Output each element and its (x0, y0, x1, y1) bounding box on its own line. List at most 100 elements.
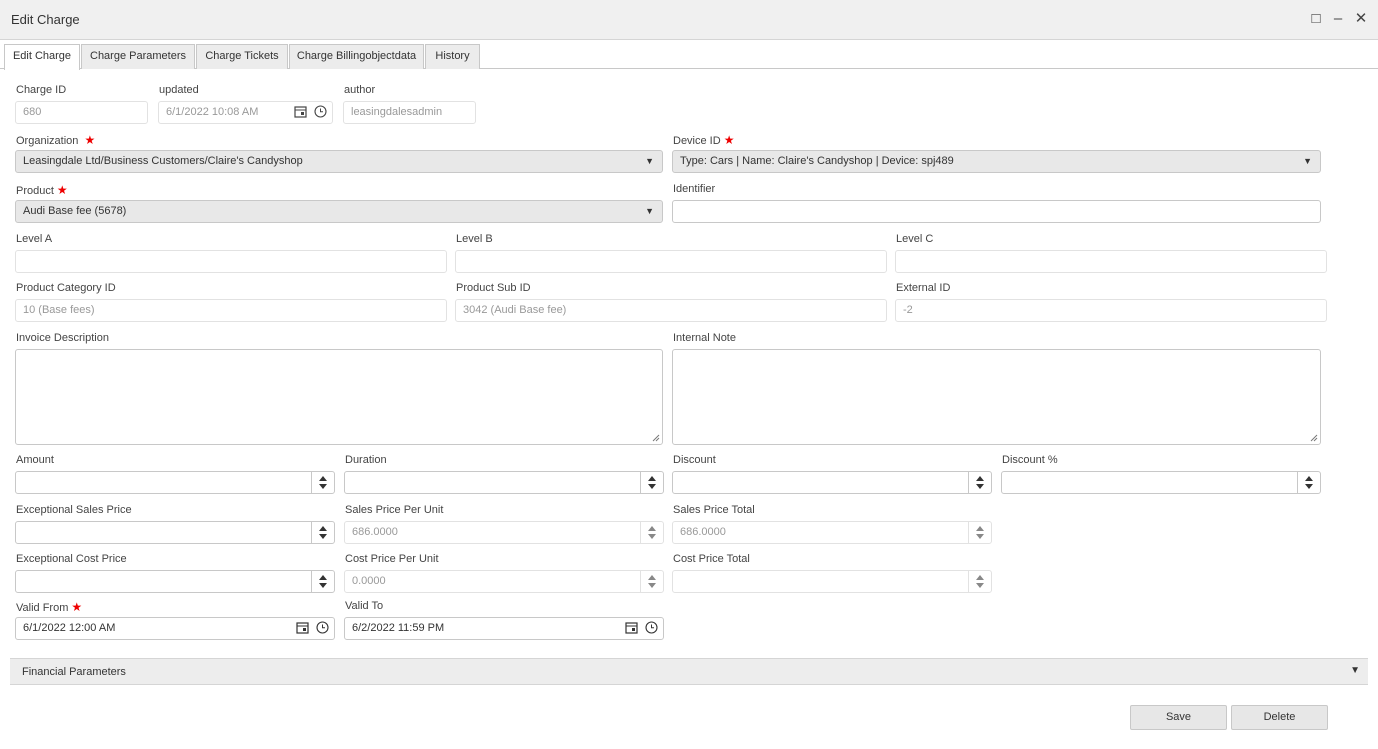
product-value: Audi Base fee (5678) (23, 205, 127, 217)
product-category-id-field: 10 (Base fees) (15, 299, 447, 322)
valid-to-label: Valid To (345, 600, 384, 612)
dropdown-icon: ▼ (645, 206, 654, 216)
spinner-icon (968, 522, 991, 543)
required-star-icon: ★ (71, 600, 83, 614)
product-sub-id-field: 3042 (Audi Base fee) (455, 299, 887, 322)
tab-edit-charge[interactable]: Edit Charge (4, 44, 80, 70)
calendar-icon[interactable] (292, 618, 312, 639)
identifier-label: Identifier (673, 183, 716, 195)
resize-grip-icon[interactable] (1310, 434, 1318, 442)
spinner-icon[interactable] (968, 472, 991, 493)
level-c-label: Level C (896, 233, 934, 245)
cost-price-total-field (672, 570, 992, 593)
discount-pct-label: Discount % (1002, 454, 1058, 466)
amount-input[interactable] (15, 471, 335, 494)
sales-price-per-unit-value: 686.0000 (352, 526, 398, 538)
spinner-icon (640, 522, 663, 543)
level-c-field (895, 250, 1327, 273)
product-label: Product ★ (16, 183, 68, 197)
calendar-icon[interactable] (621, 618, 641, 639)
maximize-icon[interactable]: □ (1309, 11, 1323, 27)
internal-note-label: Internal Note (673, 332, 736, 344)
external-id-label: External ID (896, 282, 951, 294)
calendar-icon[interactable] (290, 102, 310, 123)
sales-price-total-label: Sales Price Total (673, 504, 755, 516)
charge-id-field: 680 (15, 101, 148, 124)
discount-label: Discount (673, 454, 716, 466)
discount-input[interactable] (672, 471, 992, 494)
window-title: Edit Charge (11, 12, 80, 27)
cost-price-per-unit-label: Cost Price Per Unit (345, 553, 439, 565)
cost-price-per-unit-value: 0.0000 (352, 575, 386, 587)
valid-from-input[interactable]: 6/1/2022 12:00 AM (15, 617, 335, 640)
tab-charge-tickets[interactable]: Charge Tickets (196, 44, 288, 69)
required-star-icon: ★ (723, 133, 735, 147)
spinner-icon[interactable] (1297, 472, 1320, 493)
external-id-field: -2 (895, 299, 1327, 322)
required-star-icon: ★ (56, 183, 68, 197)
invoice-description-textarea[interactable] (15, 349, 663, 445)
resize-grip-icon[interactable] (652, 434, 660, 442)
exceptional-sales-price-input[interactable] (15, 521, 335, 544)
tab-charge-parameters[interactable]: Charge Parameters (81, 44, 195, 69)
financial-parameters-section[interactable]: Financial Parameters ▼ (10, 658, 1368, 685)
spinner-icon[interactable] (311, 472, 334, 493)
cost-price-per-unit-field: 0.0000 (344, 570, 664, 593)
cost-price-total-label: Cost Price Total (673, 553, 750, 565)
duration-input[interactable] (344, 471, 664, 494)
product-category-id-label: Product Category ID (16, 282, 116, 294)
delete-button[interactable]: Delete (1231, 705, 1328, 730)
minimize-icon[interactable]: – (1331, 11, 1345, 27)
valid-to-value: 6/2/2022 11:59 PM (352, 622, 445, 634)
tab-charge-billingobjectdata[interactable]: Charge Billingobjectdata (289, 44, 424, 69)
amount-label: Amount (16, 454, 54, 466)
valid-to-input[interactable]: 6/2/2022 11:59 PM (344, 617, 664, 640)
spinner-icon (640, 571, 663, 592)
spinner-icon (968, 571, 991, 592)
spinner-icon[interactable] (640, 472, 663, 493)
financial-parameters-label: Financial Parameters (22, 666, 126, 678)
sales-price-per-unit-field: 686.0000 (344, 521, 664, 544)
organization-value: Leasingdale Ltd/Business Customers/Clair… (23, 155, 303, 167)
level-a-field (15, 250, 447, 273)
discount-pct-input[interactable] (1001, 471, 1321, 494)
device-id-label: Device ID ★ (673, 133, 735, 147)
updated-label: updated (159, 84, 199, 96)
tab-bar: Edit Charge Charge Parameters Charge Tic… (0, 40, 1378, 70)
expand-caret-icon[interactable]: ▼ (1350, 665, 1360, 676)
duration-label: Duration (345, 454, 387, 466)
clock-icon[interactable] (312, 618, 332, 639)
organization-select[interactable]: Leasingdale Ltd/Business Customers/Clair… (15, 150, 663, 173)
organization-label: Organization ★ (16, 133, 96, 147)
sales-price-total-value: 686.0000 (680, 526, 726, 538)
dropdown-icon: ▼ (645, 156, 654, 166)
product-select[interactable]: Audi Base fee (5678) ▼ (15, 200, 663, 223)
internal-note-textarea[interactable] (672, 349, 1321, 445)
product-sub-id-label: Product Sub ID (456, 282, 531, 294)
exceptional-cost-price-input[interactable] (15, 570, 335, 593)
required-star-icon: ★ (84, 133, 96, 147)
device-id-select[interactable]: Type: Cars | Name: Claire's Candyshop | … (672, 150, 1321, 173)
close-icon[interactable]: ✕ (1354, 11, 1368, 27)
save-button[interactable]: Save (1130, 705, 1227, 730)
exceptional-sales-price-label: Exceptional Sales Price (16, 504, 132, 516)
identifier-input[interactable] (672, 200, 1321, 223)
clock-icon[interactable] (641, 618, 661, 639)
exceptional-cost-price-label: Exceptional Cost Price (16, 553, 127, 565)
device-id-value: Type: Cars | Name: Claire's Candyshop | … (680, 155, 954, 167)
updated-value: 6/1/2022 10:08 AM (166, 106, 259, 118)
tab-history[interactable]: History (425, 44, 480, 69)
charge-id-label: Charge ID (16, 84, 67, 96)
author-label: author (344, 84, 376, 96)
dropdown-icon: ▼ (1303, 156, 1312, 166)
level-b-label: Level B (456, 233, 493, 245)
valid-from-label: Valid From ★ (16, 600, 83, 614)
spinner-icon[interactable] (311, 522, 334, 543)
level-b-field (455, 250, 887, 273)
sales-price-per-unit-label: Sales Price Per Unit (345, 504, 444, 516)
window-titlebar: Edit Charge □ – ✕ (0, 0, 1378, 40)
clock-icon[interactable] (310, 102, 330, 123)
author-field: leasingdalesadmin (343, 101, 476, 124)
spinner-icon[interactable] (311, 571, 334, 592)
updated-field: 6/1/2022 10:08 AM (158, 101, 333, 124)
